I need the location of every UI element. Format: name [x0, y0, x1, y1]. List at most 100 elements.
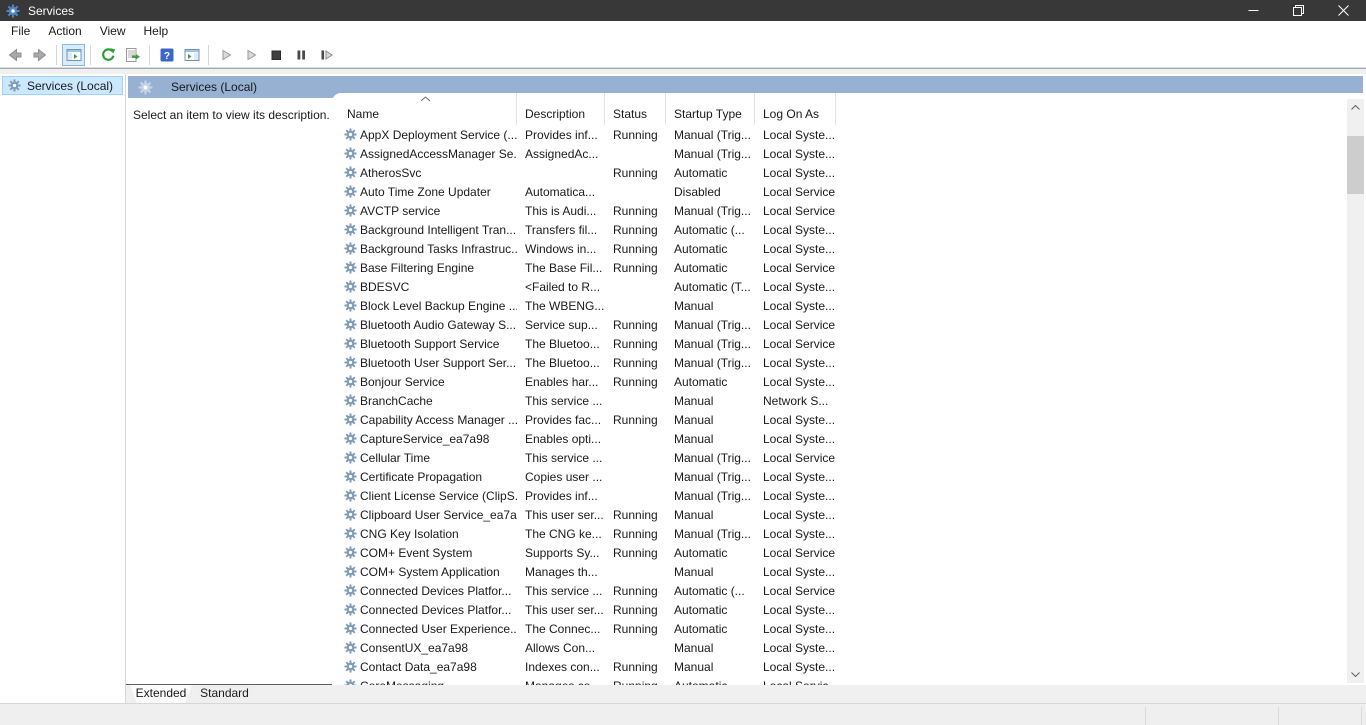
service-name-cell: AppX Deployment Service (...: [332, 128, 517, 142]
service-row[interactable]: Connected User Experience... The Connec.…: [332, 619, 1366, 638]
forward-button[interactable]: [28, 44, 51, 66]
minimize-button[interactable]: [1231, 0, 1276, 21]
service-startup-type-cell: Automatic: [674, 260, 728, 275]
service-row[interactable]: Certificate Propagation Copies user ... …: [332, 467, 1366, 486]
scrollbar-thumb[interactable]: [1347, 136, 1364, 194]
vertical-scrollbar[interactable]: [1347, 99, 1364, 683]
service-startup-type-cell: Manual (Trig...: [674, 317, 751, 332]
service-row[interactable]: Capability Access Manager ... Provides f…: [332, 410, 1366, 429]
service-name-cell: Cellular Time: [332, 451, 517, 465]
service-row[interactable]: Bonjour Service Enables har... Running A…: [332, 372, 1366, 391]
refresh-button[interactable]: [96, 44, 119, 66]
column-header-status[interactable]: Status: [605, 93, 666, 125]
service-row[interactable]: Client License Service (ClipS... Provide…: [332, 486, 1366, 505]
console-tree-icon: [66, 48, 81, 61]
service-log-on-as-cell: Local Syste...: [763, 507, 836, 522]
service-gear-icon: [344, 565, 357, 578]
show-action-pane-button[interactable]: [180, 44, 203, 66]
service-row[interactable]: CNG Key Isolation The CNG ke... Running …: [332, 524, 1366, 543]
service-startup-type-cell: Manual (Trig...: [674, 336, 751, 351]
menu-action[interactable]: Action: [39, 21, 90, 42]
services-list: Name Description Status Startup Type Log…: [332, 93, 1366, 685]
service-row[interactable]: Bluetooth User Support Ser... The Blueto…: [332, 353, 1366, 372]
service-row[interactable]: BranchCache This service ... Manual Netw…: [332, 391, 1366, 410]
chevron-up-icon: [1351, 105, 1360, 110]
service-description-cell: Enables har...: [525, 374, 599, 389]
service-row[interactable]: Background Tasks Infrastruc... Windows i…: [332, 239, 1366, 258]
column-header-name[interactable]: Name: [332, 93, 517, 125]
service-row[interactable]: Background Intelligent Tran... Transfers…: [332, 220, 1366, 239]
service-log-on-as-cell: Local Syste...: [763, 526, 836, 541]
service-startup-type-cell: Automatic: [674, 374, 728, 389]
service-description-cell: The Connec...: [525, 621, 601, 636]
service-row[interactable]: COM+ Event System Supports Sy... Running…: [332, 543, 1366, 562]
service-row[interactable]: Contact Data_ea7a98 Indexes con... Runni…: [332, 657, 1366, 676]
service-row[interactable]: Bluetooth Audio Gateway S... Service sup…: [332, 315, 1366, 334]
service-row[interactable]: Bluetooth Support Service The Bluetoo...…: [332, 334, 1366, 353]
service-row[interactable]: AppX Deployment Service (... Provides in…: [332, 125, 1366, 144]
service-row[interactable]: Connected Devices Platfor... This servic…: [332, 581, 1366, 600]
export-list-icon: [125, 47, 140, 62]
service-row[interactable]: AssignedAccessManager Se... AssignedAc..…: [332, 144, 1366, 163]
service-gear-icon: [344, 413, 357, 426]
service-row[interactable]: COM+ System Application Manages th... Ma…: [332, 562, 1366, 581]
service-row[interactable]: AtherosSvc Running Automatic Local Syste…: [332, 163, 1366, 182]
menu-view[interactable]: View: [91, 21, 135, 42]
service-gear-icon: [344, 451, 357, 464]
back-button[interactable]: [3, 44, 26, 66]
scroll-down-button[interactable]: [1347, 666, 1364, 683]
service-row[interactable]: Block Level Backup Engine ... The WBENG.…: [332, 296, 1366, 315]
service-status-cell: Running: [613, 165, 658, 180]
service-gear-icon: [344, 299, 357, 312]
service-row[interactable]: CaptureService_ea7a98 Enables opti... Ma…: [332, 429, 1366, 448]
service-startup-type-cell: Manual: [674, 431, 714, 446]
service-log-on-as-cell: Network S...: [763, 393, 829, 408]
menu-file[interactable]: File: [2, 21, 39, 42]
start-service-button[interactable]: [214, 44, 237, 66]
service-row[interactable]: CoreMessaging Manages co... Running Auto…: [332, 676, 1366, 685]
close-button[interactable]: [1321, 0, 1366, 21]
service-row[interactable]: Auto Time Zone Updater Automatica... Dis…: [332, 182, 1366, 201]
service-status-cell: Running: [613, 127, 658, 142]
service-startup-type-cell: Manual: [674, 659, 714, 674]
export-list-button[interactable]: [121, 44, 144, 66]
service-startup-type-cell: Automatic: [674, 241, 728, 256]
service-row[interactable]: Base Filtering Engine The Base Fil... Ru…: [332, 258, 1366, 277]
show-console-tree-button[interactable]: [62, 43, 85, 66]
menu-help[interactable]: Help: [135, 21, 178, 42]
main-panel: Services (Local) Select an item to view …: [126, 74, 1366, 685]
column-header-log-on-as[interactable]: Log On As: [755, 93, 836, 125]
pause-service-button[interactable]: [289, 44, 312, 66]
tab-extended[interactable]: Extended: [130, 685, 192, 703]
toolbar: ?: [0, 42, 1366, 68]
service-gear-icon: [344, 223, 357, 236]
service-name-cell: Bluetooth User Support Ser...: [332, 356, 517, 370]
restart-service-button[interactable]: [314, 44, 337, 66]
service-row[interactable]: AVCTP service This is Audi... Running Ma…: [332, 201, 1366, 220]
service-status-cell: Running: [613, 260, 658, 275]
service-gear-icon: [344, 660, 357, 673]
service-row[interactable]: Connected Devices Platfor... This user s…: [332, 600, 1366, 619]
scroll-up-button[interactable]: [1347, 99, 1364, 116]
console-area: Services (Local) Services (Local) Select…: [0, 68, 1366, 704]
restore-button[interactable]: [1276, 0, 1321, 21]
tree-item-services-local[interactable]: Services (Local): [2, 76, 123, 95]
service-status-cell: Running: [613, 203, 658, 218]
service-description-cell: Windows in...: [525, 241, 597, 256]
column-header-startup-type[interactable]: Startup Type: [666, 93, 755, 125]
refresh-icon: [101, 47, 115, 61]
service-row[interactable]: Clipboard User Service_ea7a... This user…: [332, 505, 1366, 524]
stop-service-button[interactable]: [264, 44, 287, 66]
resume-service-button[interactable]: [239, 44, 262, 66]
service-row[interactable]: ConsentUX_ea7a98 Allows Con... Manual Lo…: [332, 638, 1366, 657]
services-app-icon: [6, 4, 20, 18]
help-button[interactable]: ?: [155, 44, 178, 66]
service-gear-icon: [344, 546, 357, 559]
tab-standard[interactable]: Standard: [194, 685, 255, 703]
service-row[interactable]: BDESVC <Failed to R... Automatic (T... L…: [332, 277, 1366, 296]
service-name-cell: AtherosSvc: [332, 166, 517, 180]
service-gear-icon: [344, 622, 357, 635]
service-row[interactable]: Cellular Time This service ... Manual (T…: [332, 448, 1366, 467]
column-header-description[interactable]: Description: [517, 93, 605, 125]
service-log-on-as-cell: Local Syste...: [763, 469, 836, 484]
